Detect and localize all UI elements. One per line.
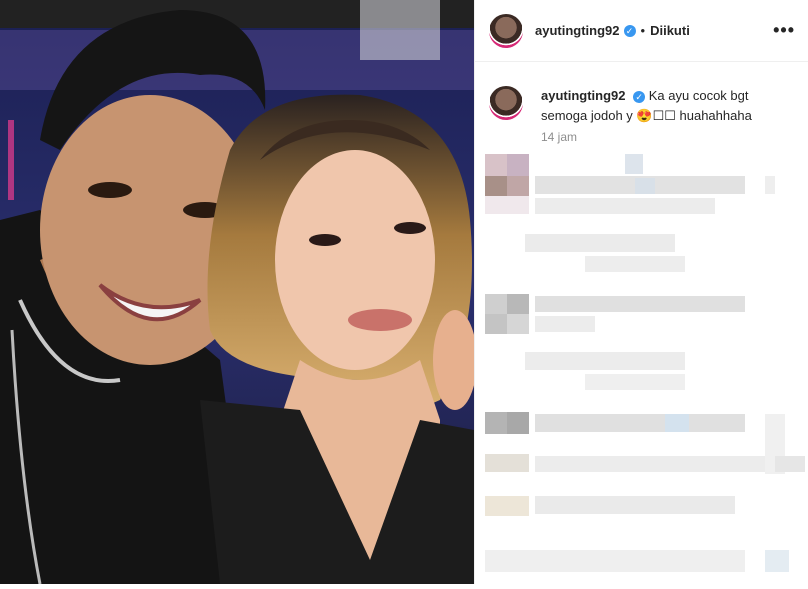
more-options-icon[interactable]: •••	[773, 20, 795, 41]
caption-username-link[interactable]: ayutingting92	[541, 88, 626, 103]
comment-blurred-6	[485, 550, 805, 584]
selfie-photo	[0, 0, 474, 584]
verified-badge-icon: ✓	[623, 24, 636, 37]
caption: ayutingting92 ✓ Ka ayu cocok bgt semoga …	[475, 62, 808, 126]
pixelated-comment-2	[525, 234, 685, 272]
pixelated-comment-3	[485, 294, 745, 334]
pixelated-comment-6	[485, 550, 789, 572]
pixelated-comment-5	[485, 412, 805, 516]
comment-blurred-5	[485, 412, 805, 536]
comment-blurred-3	[485, 294, 775, 338]
avatar[interactable]	[489, 13, 523, 48]
pixelated-comment-4	[525, 352, 685, 390]
caption-text-block: ayutingting92 ✓ Ka ayu cocok bgt semoga …	[541, 86, 795, 126]
comment-blurred	[485, 154, 775, 218]
separator-dot: •	[640, 23, 646, 38]
comment-blurred-4	[525, 352, 705, 392]
username-link[interactable]: ayutingting92	[535, 23, 620, 38]
following-button[interactable]: Diikuti	[650, 23, 690, 38]
caption-avatar[interactable]	[489, 86, 523, 120]
caption-verified-badge-icon: ✓	[633, 90, 646, 103]
pixelated-comment-1	[485, 154, 775, 214]
comment-blurred-2	[525, 234, 695, 274]
post-header: ayutingting92 ✓ • Diikuti •••	[475, 0, 808, 62]
post-sidebar: ayutingting92 ✓ • Diikuti ••• ayutingtin…	[474, 0, 808, 584]
post-timestamp[interactable]: 14 jam	[541, 130, 808, 144]
post-photo[interactable]	[0, 0, 474, 584]
